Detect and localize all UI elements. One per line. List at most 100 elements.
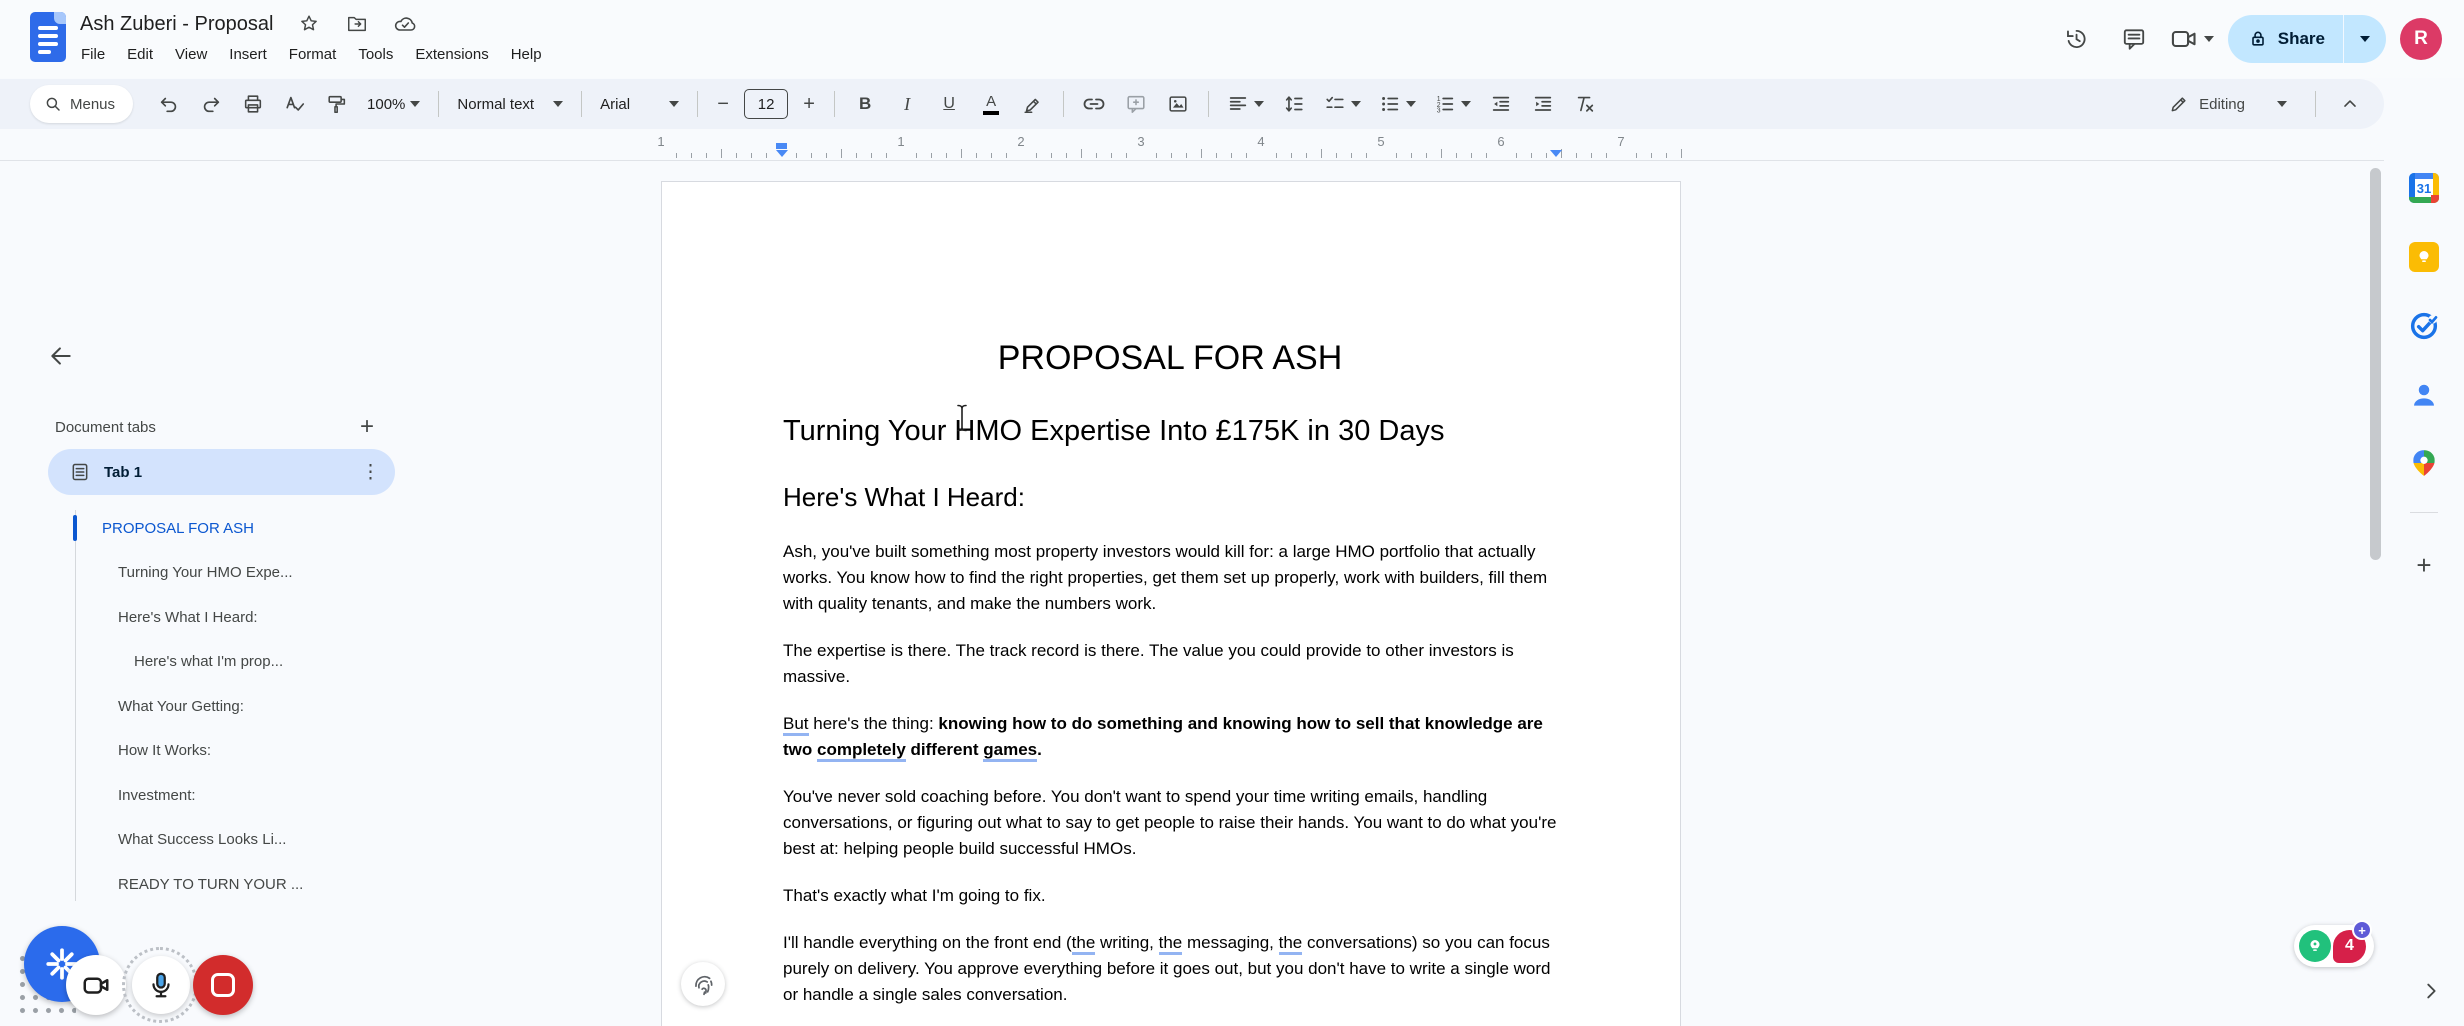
left-indent-marker[interactable]	[776, 143, 788, 157]
menu-item-extensions[interactable]: Extensions	[404, 42, 499, 67]
bold-button[interactable]: B	[845, 84, 885, 124]
document-title[interactable]: Ash Zuberi - Proposal	[80, 13, 273, 36]
increase-indent-button[interactable]	[1523, 84, 1563, 124]
comments-icon[interactable]	[2112, 17, 2156, 61]
menu-item-help[interactable]: Help	[500, 42, 553, 67]
redo-button[interactable]	[191, 84, 231, 124]
ruler-number: 4	[1257, 134, 1264, 149]
camera-icon	[81, 970, 111, 1000]
undo-button[interactable]	[149, 84, 189, 124]
paragraph: I'll handle everything on the front end …	[783, 930, 1557, 1008]
share-dropdown[interactable]	[2344, 36, 2386, 42]
tab-name: Tab 1	[104, 464, 142, 481]
document-page[interactable]: PROPOSAL FOR ASH Turning Your HMO Expert…	[661, 181, 1681, 1026]
highlight-color-button[interactable]	[1013, 84, 1053, 124]
menu-item-edit[interactable]: Edit	[116, 42, 164, 67]
insert-image-button[interactable]	[1158, 84, 1198, 124]
top-bar: Ash Zuberi - Proposal FileEditViewInsert…	[0, 0, 2464, 78]
account-avatar[interactable]: R	[2400, 18, 2442, 60]
outline-item[interactable]: Here's what I'm prop...	[0, 640, 420, 685]
menu-item-tools[interactable]: Tools	[347, 42, 404, 67]
insert-link-button[interactable]	[1074, 84, 1114, 124]
tab-item-tab1[interactable]: Tab 1 ⋮	[48, 449, 395, 495]
doc-body: Ash, you've built something most propert…	[783, 539, 1557, 1008]
bulleted-list-button[interactable]	[1371, 84, 1424, 124]
print-button[interactable]	[233, 84, 273, 124]
ruler-number: 3	[1137, 134, 1144, 149]
stop-recording-button[interactable]	[193, 955, 253, 1015]
star-icon[interactable]	[297, 12, 321, 36]
vertical-scrollbar-thumb[interactable]	[2370, 168, 2381, 560]
version-history-icon[interactable]	[2054, 17, 2098, 61]
numbered-list-button[interactable]: 1 2 3	[1426, 84, 1479, 124]
fingerprint-button[interactable]	[681, 962, 725, 1006]
outline-item[interactable]: PROPOSAL FOR ASH	[0, 506, 420, 551]
clear-formatting-button[interactable]	[1565, 84, 1605, 124]
outline-item[interactable]: Here's What I Heard:	[0, 595, 420, 640]
document-tabs-label: Document tabs	[55, 419, 156, 436]
outline-item[interactable]: Turning Your HMO Expe...	[0, 551, 420, 596]
doc-subtitle: Turning Your HMO Expertise Into £175K in…	[783, 412, 1557, 450]
text-cursor-icon	[955, 403, 969, 433]
menu-item-insert[interactable]: Insert	[218, 42, 278, 67]
outline-item-label: Here's what I'm prop...	[134, 653, 283, 670]
doc-heading-1: Here's What I Heard:	[783, 481, 1557, 513]
paint-format-button[interactable]	[317, 84, 357, 124]
join-call-button[interactable]	[2170, 25, 2214, 53]
move-folder-icon[interactable]	[345, 12, 369, 36]
cloud-saved-icon[interactable]	[393, 12, 417, 36]
menu-item-format[interactable]: Format	[278, 42, 348, 67]
paragraph: Ash, you've built something most propert…	[783, 539, 1557, 617]
outline-list: PROPOSAL FOR ASHTurning Your HMO Expe...…	[0, 506, 420, 907]
text-color-button[interactable]: A	[971, 84, 1011, 124]
ruler-number: 1	[657, 134, 664, 149]
right-indent-marker[interactable]	[1550, 150, 1562, 157]
share-button[interactable]: Share	[2228, 15, 2386, 63]
ruler-number: 1	[897, 134, 904, 149]
add-tab-button[interactable]: +	[349, 409, 385, 445]
menu-item-file[interactable]: File	[70, 42, 116, 67]
maps-icon[interactable]	[2406, 445, 2442, 481]
font-size-input[interactable]: 12	[744, 89, 788, 119]
paragraph: That's exactly what I'm going to fix.	[783, 883, 1557, 909]
italic-button[interactable]: I	[887, 84, 927, 124]
decrease-indent-button[interactable]	[1481, 84, 1521, 124]
outline-item[interactable]: How It Works:	[0, 729, 420, 774]
decrease-font-size-button[interactable]: −	[708, 84, 738, 124]
keep-icon[interactable]	[2406, 239, 2442, 275]
microphone-toggle-button[interactable]	[132, 956, 190, 1014]
outline-item[interactable]: What Success Looks Li...	[0, 818, 420, 863]
share-label: Share	[2278, 29, 2325, 49]
line-spacing-button[interactable]	[1274, 84, 1314, 124]
stop-icon	[211, 973, 235, 997]
tasks-icon[interactable]	[2406, 308, 2442, 344]
outline-item[interactable]: What Your Getting:	[0, 684, 420, 729]
hide-menus-button[interactable]	[2330, 84, 2370, 124]
camera-toggle-button[interactable]	[66, 955, 126, 1015]
align-button[interactable]	[1219, 84, 1272, 124]
paragraph-style-select[interactable]: Normal text	[449, 84, 571, 124]
google-docs-logo-icon[interactable]	[30, 12, 66, 62]
increase-font-size-button[interactable]: +	[794, 84, 824, 124]
get-addons-button[interactable]: +	[2406, 547, 2442, 583]
underline-button[interactable]: U	[929, 84, 969, 124]
tab-options-icon[interactable]: ⋮	[361, 461, 381, 484]
menus-search-button[interactable]: Menus	[30, 85, 133, 123]
outline-item[interactable]: READY TO TURN YOUR ...	[0, 862, 420, 907]
outline-item[interactable]: Investment:	[0, 773, 420, 818]
editing-mode-select[interactable]: Editing	[2155, 84, 2301, 124]
close-panel-button[interactable]	[38, 333, 84, 379]
menu-item-view[interactable]: View	[164, 42, 218, 67]
checklist-button[interactable]	[1316, 84, 1369, 124]
font-select[interactable]: Arial	[592, 84, 687, 124]
spell-check-button[interactable]	[275, 84, 315, 124]
add-comment-button[interactable]	[1116, 84, 1156, 124]
contacts-icon[interactable]	[2406, 377, 2442, 413]
search-icon	[44, 95, 62, 113]
ruler-number: 2	[1017, 134, 1024, 149]
show-side-panel-button[interactable]	[2416, 976, 2446, 1006]
calendar-icon[interactable]: 31	[2406, 170, 2442, 206]
lightbulb-icon[interactable]	[2299, 930, 2331, 962]
zoom-select[interactable]: 100%	[359, 84, 428, 124]
outline-item-label: How It Works:	[118, 742, 211, 759]
